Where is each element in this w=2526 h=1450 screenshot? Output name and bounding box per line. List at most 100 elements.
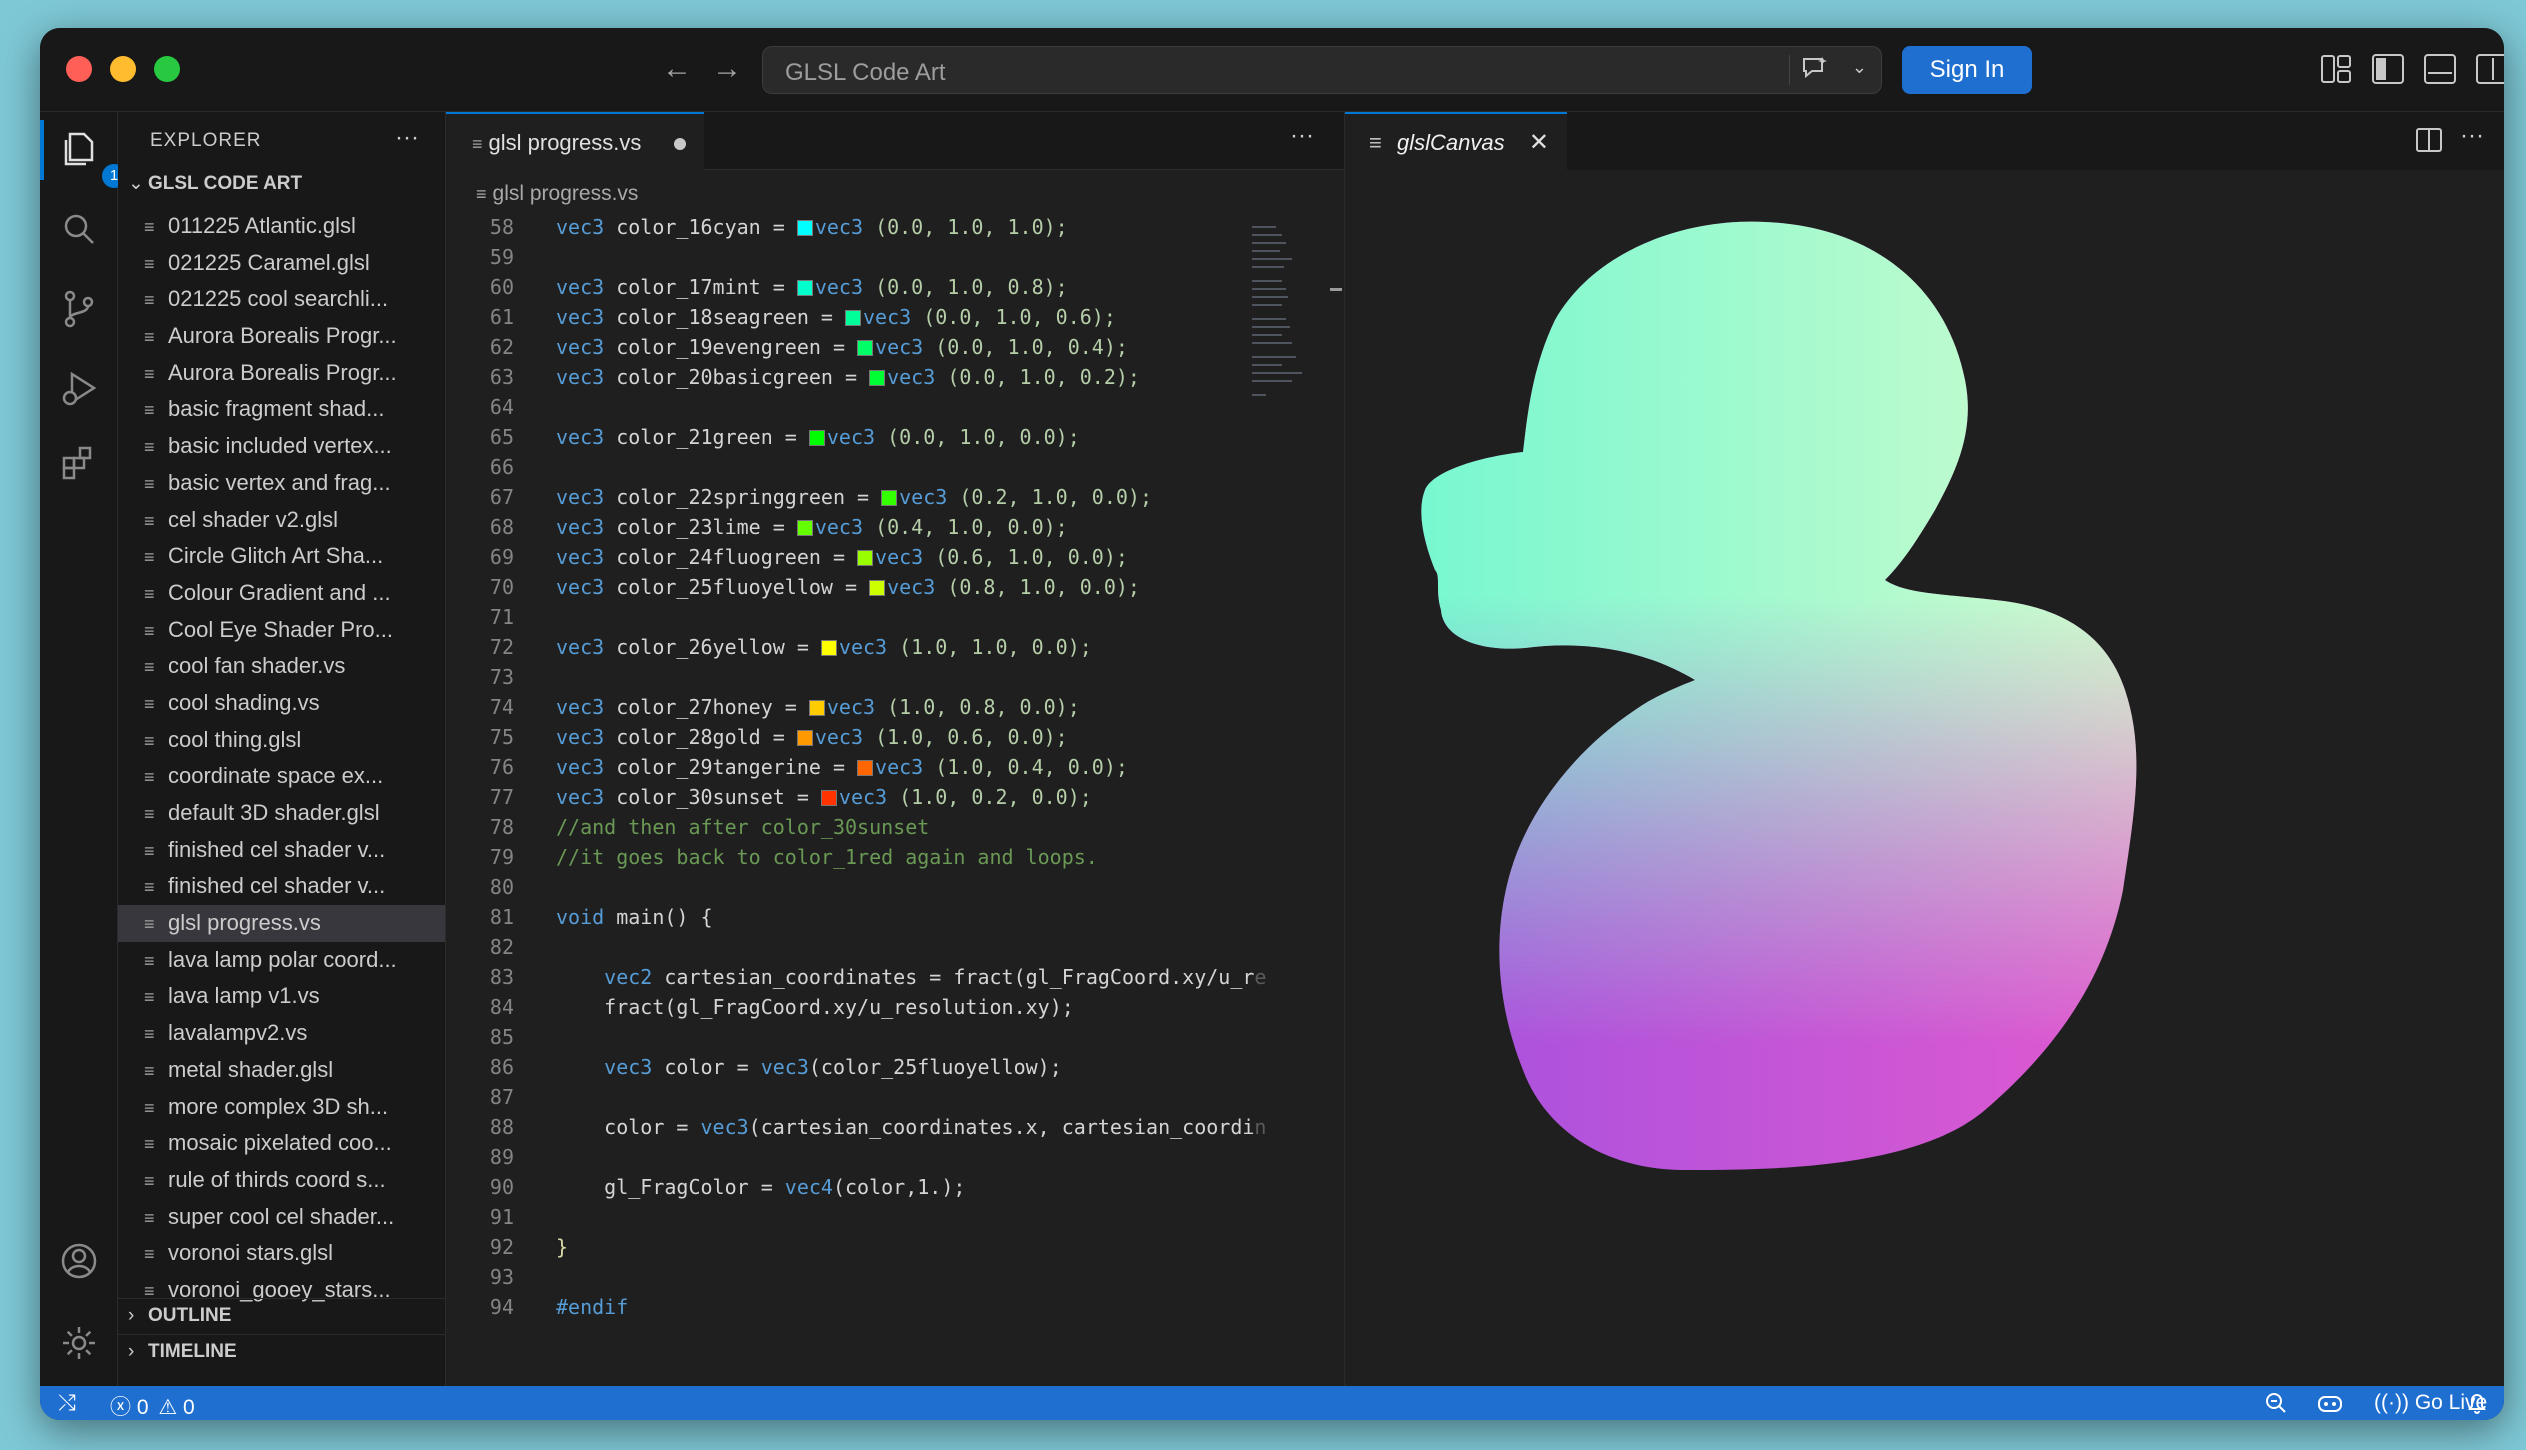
code-line[interactable]: 84 fract(gl_FragCoord.xy/u_resolution.xy… xyxy=(446,992,1266,1022)
file-item[interactable]: ≡ cool shading.vs xyxy=(118,685,445,722)
code-line[interactable]: 93 xyxy=(446,1262,1266,1292)
close-icon[interactable]: ✕ xyxy=(1529,128,1549,157)
file-item[interactable]: ≡ Circle Glitch Art Sha... xyxy=(118,538,445,575)
code-line[interactable]: 61 vec3 color_18seagreen = vec3 (0.0, 1.0… xyxy=(446,302,1266,332)
code-line[interactable]: 83 vec2 cartesian_coordinates = fract(gl… xyxy=(446,962,1266,992)
code-line[interactable]: 79 //it goes back to color_1red again and… xyxy=(446,842,1266,872)
file-item[interactable]: ≡ default 3D shader.glsl xyxy=(118,795,445,832)
file-item[interactable]: ≡ finished cel shader v... xyxy=(118,868,445,905)
file-item[interactable]: ≡ voronoi stars.glsl xyxy=(118,1235,445,1272)
back-arrow-icon[interactable]: ← xyxy=(660,54,694,84)
code-line[interactable]: 60 vec3 color_17mint = vec3 (0.0, 1.0, 0.… xyxy=(446,272,1266,302)
code-line[interactable]: 71 xyxy=(446,602,1266,632)
code-line[interactable]: 69 vec3 color_24fluogreen = vec3 (0.6, 1.… xyxy=(446,542,1266,572)
editor-tab[interactable]: ≡ glsl progress.vs xyxy=(446,112,704,170)
code-line[interactable]: 64 xyxy=(446,392,1266,422)
code-line[interactable]: 74 vec3 color_27honey = vec3 (1.0, 0.8, 0… xyxy=(446,692,1266,722)
timeline-section[interactable]: › TIMELINE xyxy=(118,1334,445,1370)
code-line[interactable]: 63 vec3 color_20basicgreen = vec3 (0.0, 1… xyxy=(446,362,1266,392)
copilot-icon[interactable] xyxy=(2316,1391,2344,1420)
code-area[interactable]: 58 vec3 color_16cyan = vec3 (0.0, 1.0, 1.… xyxy=(446,212,1266,1372)
outline-section[interactable]: › OUTLINE xyxy=(118,1298,445,1334)
file-item[interactable]: ≡ super cool cel shader... xyxy=(118,1199,445,1236)
account-icon[interactable] xyxy=(58,1240,100,1282)
code-line[interactable]: 87 xyxy=(446,1082,1266,1112)
file-item[interactable]: ≡ Cool Eye Shader Pro... xyxy=(118,612,445,649)
code-line[interactable]: 73 xyxy=(446,662,1266,692)
code-line[interactable]: 94 #endif xyxy=(446,1292,1266,1322)
source-control-icon[interactable] xyxy=(58,288,100,330)
file-item[interactable]: ≡ finished cel shader v... xyxy=(118,832,445,869)
unsaved-dot-icon[interactable] xyxy=(674,138,686,150)
file-item[interactable]: ≡ Colour Gradient and ... xyxy=(118,575,445,612)
minimap[interactable] xyxy=(1252,222,1314,402)
code-line[interactable]: 92} xyxy=(446,1232,1266,1262)
file-item[interactable]: ≡ cel shader v2.glsl xyxy=(118,502,445,539)
explorer-more-button[interactable]: ··· xyxy=(395,124,419,152)
file-item[interactable]: ≡ Aurora Borealis Progr... xyxy=(118,355,445,392)
settings-gear-icon[interactable] xyxy=(58,1322,100,1364)
code-line[interactable]: 89 xyxy=(446,1142,1266,1172)
file-item[interactable]: ≡ Aurora Borealis Progr... xyxy=(118,318,445,355)
file-item[interactable]: ≡ metal shader.glsl xyxy=(118,1052,445,1089)
file-item[interactable]: ≡ lava lamp polar coord... xyxy=(118,942,445,979)
preview-more-button[interactable]: ··· xyxy=(2460,122,2484,150)
file-item[interactable]: ≡ lavalampv2.vs xyxy=(118,1015,445,1052)
code-line[interactable]: 76 vec3 color_29tangerine = vec3 (1.0, 0.… xyxy=(446,752,1266,782)
chevron-down-icon[interactable]: ⌄ xyxy=(1852,57,1867,78)
chat-icon[interactable] xyxy=(1789,55,1829,85)
file-item[interactable]: ≡ rule of thirds coord s... xyxy=(118,1162,445,1199)
file-item[interactable]: ≡ coordinate space ex... xyxy=(118,758,445,795)
code-line[interactable]: 91 xyxy=(446,1202,1266,1232)
file-item[interactable]: ≡ 021225 cool searchli... xyxy=(118,281,445,318)
minimize-window-button[interactable] xyxy=(110,56,136,82)
file-item[interactable]: ≡ more complex 3D sh... xyxy=(118,1089,445,1126)
folder-header[interactable]: ⌄ GLSL CODE ART xyxy=(128,172,302,195)
maximize-window-button[interactable] xyxy=(154,56,180,82)
sign-in-button[interactable]: Sign In xyxy=(1902,46,2032,94)
code-line[interactable]: 59 xyxy=(446,242,1266,272)
close-window-button[interactable] xyxy=(66,56,92,82)
glslcanvas-tab[interactable]: ≡ glslCanvas ✕ xyxy=(1345,112,1567,170)
customize-layout-icon[interactable] xyxy=(2320,54,2352,84)
notifications-bell-icon[interactable] xyxy=(2466,1391,2488,1420)
code-line[interactable]: 77 vec3 color_30sunset = vec3 (1.0, 0.2, … xyxy=(446,782,1266,812)
code-line[interactable]: 86 vec3 color = vec3(color_25fluoyellow)… xyxy=(446,1052,1266,1082)
toggle-primary-sidebar-icon[interactable] xyxy=(2372,54,2404,84)
search-icon[interactable] xyxy=(58,208,100,250)
code-line[interactable]: 75 vec3 color_28gold = vec3 (1.0, 0.6, 0.… xyxy=(446,722,1266,752)
file-item[interactable]: ≡ cool thing.glsl xyxy=(118,722,445,759)
code-line[interactable]: 65 vec3 color_21green = vec3 (0.0, 1.0, 0… xyxy=(446,422,1266,452)
explorer-icon[interactable]: 1 xyxy=(58,128,126,188)
code-line[interactable]: 72 vec3 color_26yellow = vec3 (1.0, 1.0, … xyxy=(446,632,1266,662)
forward-arrow-icon[interactable]: → xyxy=(710,54,744,84)
file-item[interactable]: ≡ basic vertex and frag... xyxy=(118,465,445,502)
code-line[interactable]: 68 vec3 color_23lime = vec3 (0.4, 1.0, 0.… xyxy=(446,512,1266,542)
file-item[interactable]: ≡ lava lamp v1.vs xyxy=(118,978,445,1015)
code-line[interactable]: 90 gl_FragColor = vec4(color,1.); xyxy=(446,1172,1266,1202)
code-line[interactable]: 88 color = vec3(cartesian_coordinates.x,… xyxy=(446,1112,1266,1142)
problems-indicator[interactable]: ⓧ 0 ⚠ 0 xyxy=(110,1391,195,1420)
breadcrumb[interactable]: ≡ glsl progress.vs xyxy=(476,182,638,206)
file-item[interactable]: ≡ 011225 Atlantic.glsl xyxy=(118,208,445,245)
code-line[interactable]: 82 xyxy=(446,932,1266,962)
file-item[interactable]: ≡ glsl progress.vs xyxy=(118,905,445,942)
remote-indicator-icon[interactable]: ⤭ xyxy=(40,1386,94,1420)
code-line[interactable]: 70 vec3 color_25fluoyellow = vec3 (0.8, 1… xyxy=(446,572,1266,602)
code-line[interactable]: 78 //and then after color_30sunset xyxy=(446,812,1266,842)
command-center-search[interactable]: GLSL Code Art ⌄ xyxy=(762,46,1882,94)
file-item[interactable]: ≡ 021225 Caramel.glsl xyxy=(118,245,445,282)
code-line[interactable]: 85 xyxy=(446,1022,1266,1052)
file-item[interactable]: ≡ basic fragment shad... xyxy=(118,391,445,428)
file-item[interactable]: ≡ cool fan shader.vs xyxy=(118,648,445,685)
code-line[interactable]: 66 xyxy=(446,452,1266,482)
code-line[interactable]: 81 void main() { xyxy=(446,902,1266,932)
shader-canvas[interactable] xyxy=(1345,170,2504,1386)
file-item[interactable]: ≡ basic included vertex... xyxy=(118,428,445,465)
zoom-icon[interactable] xyxy=(2264,1391,2288,1420)
toggle-panel-icon[interactable] xyxy=(2424,54,2456,84)
code-line[interactable]: 80 xyxy=(446,872,1266,902)
extensions-icon[interactable] xyxy=(58,442,100,484)
file-item[interactable]: ≡ mosaic pixelated coo... xyxy=(118,1125,445,1162)
code-line[interactable]: 67 vec3 color_22springgreen = vec3 (0.2, … xyxy=(446,482,1266,512)
